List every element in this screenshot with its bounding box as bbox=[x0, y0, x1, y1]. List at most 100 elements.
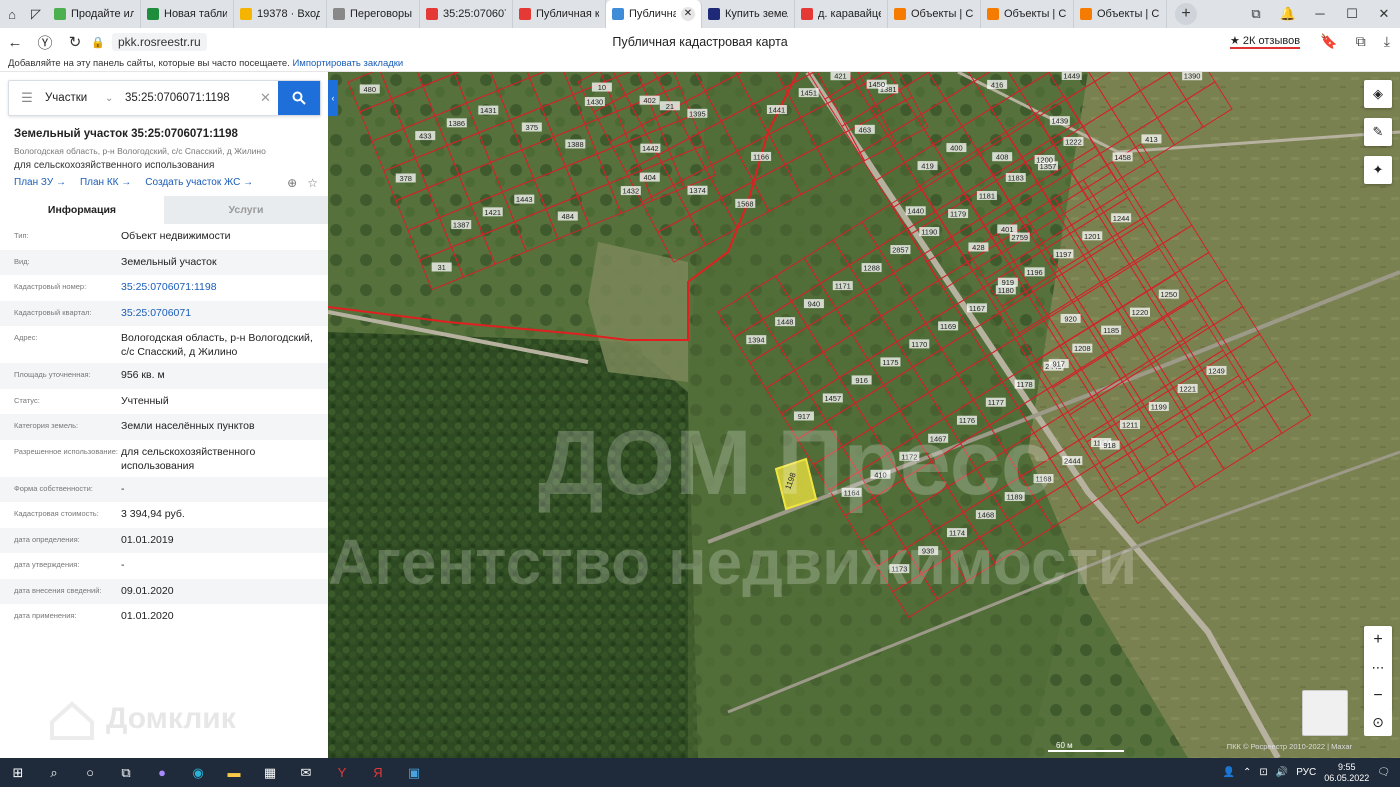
parcel-number-label[interactable]: 1458 bbox=[1114, 153, 1131, 162]
zoom-to-icon[interactable]: ⊕ bbox=[287, 176, 297, 190]
more-button[interactable]: ⋯ bbox=[1364, 654, 1392, 682]
collapse-panel-button[interactable]: ‹ bbox=[328, 80, 338, 116]
back-button[interactable]: ← bbox=[0, 34, 30, 51]
maximize-icon[interactable]: ☐ bbox=[1336, 6, 1368, 22]
parcel-number-label[interactable]: 1201 bbox=[1084, 232, 1101, 241]
yandex-icon[interactable]: Ⓨ bbox=[30, 32, 60, 53]
home-icon[interactable]: ⌂ bbox=[0, 0, 24, 28]
search-taskbar-icon[interactable]: ⌕ bbox=[36, 758, 72, 787]
person-icon[interactable]: 👤 bbox=[1223, 767, 1235, 778]
parcel-number-label[interactable]: 2759 bbox=[1011, 233, 1028, 242]
zoom-in-button[interactable]: + bbox=[1364, 626, 1392, 654]
compass-icon[interactable]: ⊙ bbox=[1364, 708, 1392, 736]
tab-actions-icon[interactable]: ◸ bbox=[24, 0, 48, 28]
parcel-number-label[interactable]: 1288 bbox=[863, 264, 880, 273]
browser-tab[interactable]: Объекты | CR bbox=[1074, 0, 1167, 28]
mail-icon[interactable]: ✉ bbox=[288, 758, 324, 787]
parcel-number-label[interactable]: 1211 bbox=[1122, 420, 1138, 429]
parcel-number-label[interactable]: 1197 bbox=[1055, 250, 1071, 259]
search-type-select[interactable]: Участки bbox=[45, 92, 105, 104]
parcel-number-label[interactable]: 1448 bbox=[777, 318, 794, 327]
parcel-number-label[interactable]: 1568 bbox=[737, 199, 754, 208]
property-value[interactable]: 35:25:0706071:1198 bbox=[121, 280, 328, 297]
parcel-number-label[interactable]: 1244 bbox=[1113, 214, 1130, 223]
plan-kk-link[interactable]: План КК → bbox=[80, 177, 131, 188]
parcel-number-label[interactable]: 1196 bbox=[1027, 268, 1043, 277]
yandex-browser-icon[interactable]: Y bbox=[324, 758, 360, 787]
parcel-number-label[interactable]: 404 bbox=[644, 173, 657, 182]
language-indicator[interactable]: РУС bbox=[1296, 767, 1316, 778]
parcel-number-label[interactable]: 433 bbox=[419, 132, 432, 141]
parcel-number-label[interactable]: 1190 bbox=[921, 228, 937, 237]
parcel-number-label[interactable]: 1430 bbox=[587, 98, 604, 107]
clock[interactable]: 9:55 06.05.2022 bbox=[1324, 762, 1369, 784]
parcel-number-label[interactable]: 21 bbox=[666, 102, 674, 111]
reload-button[interactable]: ↻ bbox=[60, 33, 90, 51]
parcel-number-label[interactable]: 1388 bbox=[567, 140, 584, 149]
layers-button[interactable]: ◈ bbox=[1364, 80, 1392, 108]
extensions-icon[interactable]: ⧉ bbox=[1356, 33, 1366, 50]
parcel-number-label[interactable]: 1431 bbox=[480, 106, 497, 115]
parcel-number-label[interactable]: 1374 bbox=[689, 186, 706, 195]
map-canvas[interactable]: 480 378 31 433 1387 1386 1421 1431 1443 375 484 138… bbox=[328, 72, 1400, 758]
parcel-number-label[interactable]: 1179 bbox=[950, 210, 966, 219]
menu-icon[interactable]: ☰ bbox=[9, 90, 45, 106]
parcel-number-label[interactable]: 1220 bbox=[1132, 308, 1149, 317]
ruler-button[interactable]: ✎ bbox=[1364, 118, 1392, 146]
parcel-number-label[interactable]: 1177 bbox=[988, 398, 1004, 407]
search-button[interactable] bbox=[278, 81, 320, 115]
parcel-number-label[interactable]: 31 bbox=[438, 263, 446, 272]
parcel-number-label[interactable]: 480 bbox=[363, 85, 376, 94]
parcel-number-label[interactable]: 1181 bbox=[979, 192, 995, 201]
parcel-number-label[interactable]: 1222 bbox=[1065, 137, 1082, 146]
parcel-number-label[interactable]: 1442 bbox=[642, 144, 659, 153]
browser-tab[interactable]: Объекты | CR bbox=[888, 0, 981, 28]
parcel-number-label[interactable]: 421 bbox=[834, 72, 847, 81]
parcel-number-label[interactable]: 1167 bbox=[969, 304, 985, 313]
task-view-icon[interactable]: ⧉ bbox=[108, 758, 144, 787]
browser-tab[interactable]: 35:25:0706071 bbox=[420, 0, 513, 28]
parcel-number-label[interactable]: 1199 bbox=[1151, 402, 1167, 411]
tab-list-icon[interactable]: ⧉ bbox=[1240, 6, 1272, 22]
clear-icon[interactable]: ✕ bbox=[260, 90, 278, 106]
parcel-number-label[interactable]: 378 bbox=[399, 174, 412, 183]
browser-tab[interactable]: Переговоры bbox=[327, 0, 420, 28]
zoom-out-button[interactable]: − bbox=[1364, 682, 1392, 710]
parcel-number-label[interactable]: 419 bbox=[921, 162, 934, 171]
parcel-number-label[interactable]: 1386 bbox=[448, 119, 465, 128]
browser-tab[interactable]: Продайте или bbox=[48, 0, 141, 28]
parcel-number-label[interactable]: 2857 bbox=[892, 246, 909, 255]
browser-tab[interactable]: Публичная ✕ bbox=[606, 0, 702, 28]
parcel-number-label[interactable]: 1421 bbox=[484, 208, 501, 217]
tab-services[interactable]: Услуги bbox=[164, 196, 328, 224]
edge-icon[interactable]: ◉ bbox=[180, 758, 216, 787]
photos-icon[interactable]: ▣ bbox=[396, 758, 432, 787]
start-icon[interactable]: ⊞ bbox=[0, 758, 36, 787]
parcel-number-label[interactable]: 919 bbox=[1002, 278, 1015, 287]
parcel-number-label[interactable]: 1439 bbox=[1052, 117, 1069, 126]
notification-center-icon[interactable]: 🗨 bbox=[1377, 767, 1390, 778]
parcel-number-label[interactable]: 1169 bbox=[940, 322, 956, 331]
locate-button[interactable]: ✦ bbox=[1364, 156, 1392, 184]
parcel-number-label[interactable]: 10 bbox=[598, 83, 606, 92]
parcel-number-label[interactable]: 1183 bbox=[1008, 173, 1024, 182]
parcel-number-label[interactable]: 1432 bbox=[622, 187, 639, 196]
browser-tab[interactable]: Объекты | CR bbox=[981, 0, 1074, 28]
parcel-number-label[interactable]: 400 bbox=[950, 144, 963, 153]
parcel-number-label[interactable]: 1440 bbox=[907, 207, 924, 216]
tray-chevron-icon[interactable]: ⌃ bbox=[1243, 767, 1251, 778]
parcel-number-label[interactable]: 1395 bbox=[689, 109, 706, 118]
browser-tab[interactable]: д. каравайцев bbox=[795, 0, 888, 28]
new-tab-button[interactable]: + bbox=[1175, 3, 1197, 25]
close-window-icon[interactable]: ✕ bbox=[1368, 6, 1400, 22]
parcel-number-label[interactable]: 1249 bbox=[1208, 366, 1225, 375]
parcel-number-label[interactable]: 1185 bbox=[1103, 326, 1119, 335]
parcel-number-label[interactable]: 1170 bbox=[911, 340, 927, 349]
parcel-number-label[interactable]: 917 bbox=[1052, 360, 1065, 369]
parcel-number-label[interactable]: 1166 bbox=[753, 152, 769, 161]
parcel-number-label[interactable]: 416 bbox=[991, 80, 1004, 89]
browser-tab[interactable]: Новая таблиц bbox=[141, 0, 234, 28]
close-tab-icon[interactable]: ✕ bbox=[681, 7, 695, 21]
search-input[interactable]: 35:25:0706071:1198 bbox=[125, 92, 260, 104]
parcel-number-label[interactable]: 1180 bbox=[998, 286, 1014, 295]
